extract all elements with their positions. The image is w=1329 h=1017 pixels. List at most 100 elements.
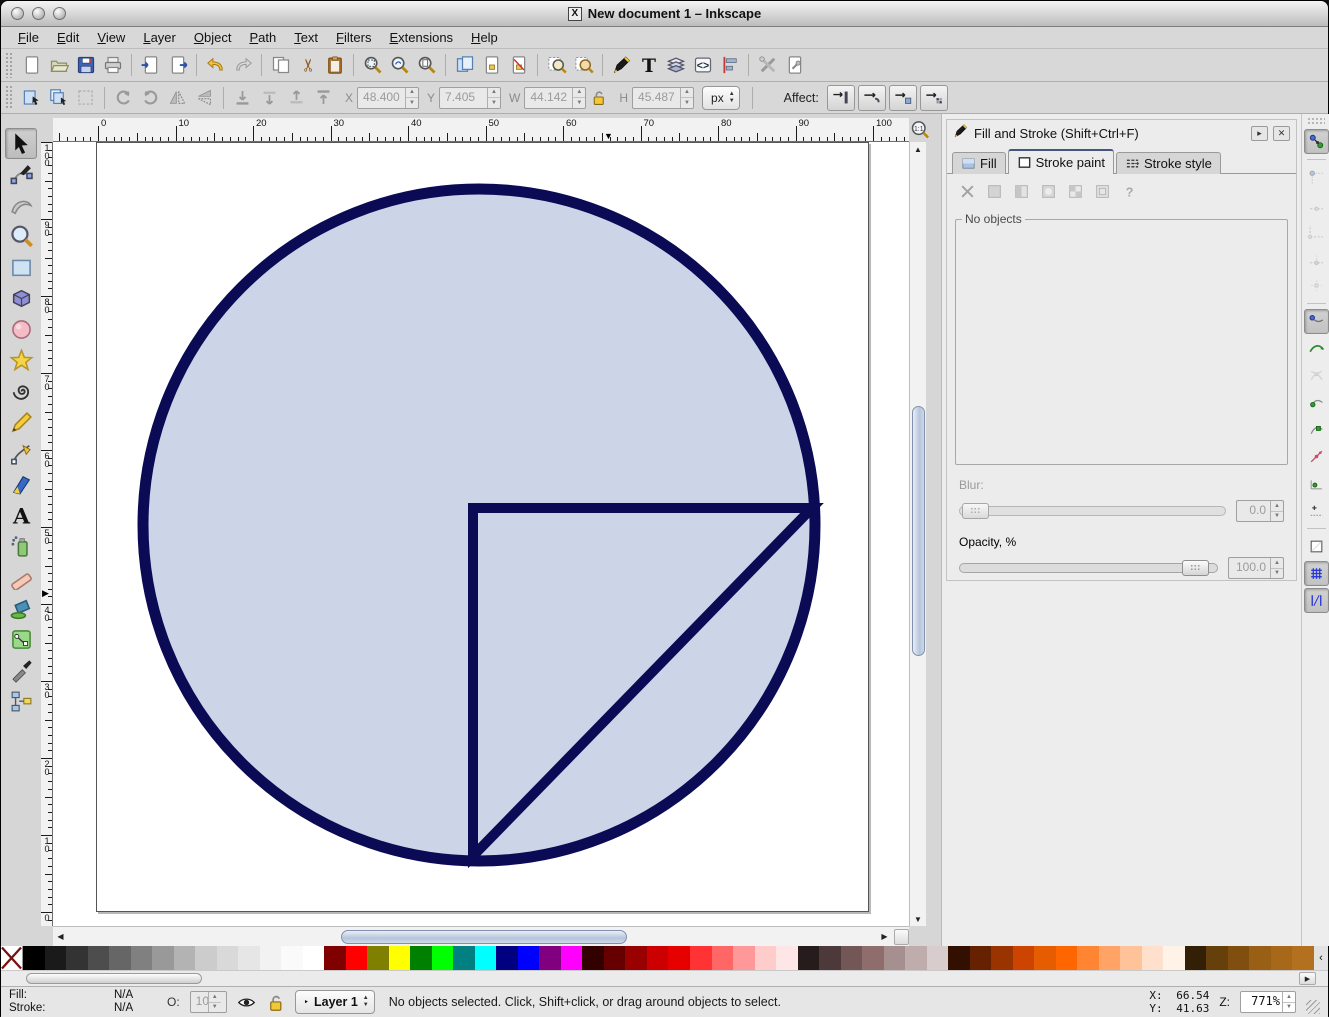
tool-selector[interactable] [5, 128, 37, 159]
color-swatch[interactable] [88, 946, 110, 970]
color-swatch[interactable] [324, 946, 346, 970]
canvas-viewport[interactable] [53, 142, 909, 926]
zoom-drawing-button[interactable] [386, 52, 413, 79]
tool-spray[interactable] [5, 531, 37, 562]
tab-fill[interactable]: Fill [952, 152, 1006, 174]
tool-ellipse[interactable] [5, 314, 37, 345]
import-button[interactable] [137, 52, 164, 79]
layer-lock-icon[interactable] [266, 993, 285, 1012]
snap-guides-button[interactable] [1304, 588, 1329, 613]
unlink-clone-button[interactable] [505, 52, 532, 79]
vertical-scroll-thumb[interactable] [912, 406, 925, 656]
select-all-button[interactable] [18, 84, 45, 111]
color-swatch[interactable] [1271, 946, 1293, 970]
preferences-button[interactable] [754, 52, 781, 79]
color-swatch[interactable] [819, 946, 841, 970]
color-swatch[interactable] [948, 946, 970, 970]
snap-bbox-edges-button[interactable] [1304, 192, 1329, 217]
dialog-detach-button[interactable]: ▸ [1251, 126, 1268, 141]
zoom-spinbox[interactable]: 771% ▲▼ [1240, 991, 1296, 1013]
zoom-window-button[interactable] [53, 7, 66, 20]
color-swatch[interactable] [131, 946, 153, 970]
color-swatch[interactable] [841, 946, 863, 970]
scrollbar-corner-button[interactable] [894, 929, 909, 945]
opacity-spinbox[interactable]: 100.0 ▲▼ [1228, 557, 1284, 579]
blur-slider-thumb[interactable] [962, 503, 989, 519]
color-swatch[interactable] [518, 946, 540, 970]
menu-file[interactable]: File [9, 28, 48, 47]
blur-spinbox[interactable]: 0.0 ▲▼ [1236, 500, 1284, 522]
clone-button[interactable] [478, 52, 505, 79]
color-swatch[interactable] [1249, 946, 1271, 970]
unit-select[interactable]: px▲▼ [702, 86, 740, 110]
tool-gradient[interactable] [5, 624, 37, 655]
color-swatch[interactable] [23, 946, 45, 970]
paint-swatch-button[interactable] [1094, 183, 1111, 200]
color-swatch[interactable] [561, 946, 583, 970]
snap-bbox-corners-button[interactable] [1304, 219, 1329, 244]
snap-bbox-button[interactable] [1304, 165, 1329, 190]
color-swatch[interactable] [1206, 946, 1228, 970]
tool-bezier-pen[interactable] [5, 438, 37, 469]
affect-gradients-toggle[interactable] [889, 85, 917, 111]
close-window-button[interactable] [11, 7, 24, 20]
color-swatch[interactable] [1099, 946, 1121, 970]
snap-bbox-midpoints-button[interactable] [1304, 246, 1329, 271]
rotate-ccw-button[interactable] [110, 84, 137, 111]
deselect-button[interactable] [72, 84, 99, 111]
color-swatch[interactable] [647, 946, 669, 970]
scroll-left-arrow[interactable]: ◀ [53, 929, 68, 944]
color-swatch[interactable] [1185, 946, 1207, 970]
fill-stroke-dialog-button[interactable] [608, 52, 635, 79]
color-swatch[interactable] [432, 946, 454, 970]
zoom-1-1-button[interactable]: 1:1 [907, 118, 933, 142]
menu-edit[interactable]: Edit [48, 28, 88, 47]
paint-radial-gradient-button[interactable] [1040, 183, 1057, 200]
color-swatch[interactable] [1292, 946, 1314, 970]
layer-selector[interactable]: ‣ Layer 1 ▲▼ [295, 990, 375, 1014]
undo-button[interactable] [202, 52, 229, 79]
find-replace-button[interactable] [570, 52, 597, 79]
select-all-layers-button[interactable] [45, 84, 72, 111]
color-swatch[interactable] [712, 946, 734, 970]
cut-button[interactable]: ✂ [294, 52, 321, 79]
duplicate-button[interactable] [451, 52, 478, 79]
tool-text[interactable]: A [5, 500, 37, 531]
color-swatch[interactable] [346, 946, 368, 970]
snap-cusp-nodes-button[interactable] [1304, 390, 1329, 415]
menu-layer[interactable]: Layer [134, 28, 185, 47]
snap-object-centers-button[interactable] [1304, 471, 1329, 496]
snap-bbox-centers-button[interactable] [1304, 273, 1329, 298]
color-swatch[interactable] [668, 946, 690, 970]
affect-corners-toggle[interactable] [858, 85, 886, 111]
print-button[interactable] [99, 52, 126, 79]
tab-stroke-paint[interactable]: Stroke paint [1008, 149, 1114, 174]
paint-pattern-button[interactable] [1067, 183, 1084, 200]
scroll-down-arrow[interactable]: ▼ [910, 912, 926, 926]
h-spinbox[interactable]: 45.487▲▼ [632, 87, 694, 109]
tool-paint-bucket[interactable] [5, 593, 37, 624]
raise-button[interactable] [283, 84, 310, 111]
layers-dialog-button[interactable] [662, 52, 689, 79]
snap-rotation-centers-button[interactable] [1304, 498, 1329, 523]
color-swatch[interactable] [733, 946, 755, 970]
affect-stroke-toggle[interactable] [827, 85, 855, 111]
lower-to-bottom-button[interactable] [229, 84, 256, 111]
color-swatch[interactable] [217, 946, 239, 970]
color-swatch[interactable] [755, 946, 777, 970]
color-swatch[interactable] [496, 946, 518, 970]
tool-spiral[interactable] [5, 376, 37, 407]
color-swatch[interactable] [1228, 946, 1250, 970]
color-swatch[interactable] [195, 946, 217, 970]
paint-flat-color-button[interactable] [986, 183, 1003, 200]
color-swatch[interactable] [66, 946, 88, 970]
tool-connector[interactable] [5, 686, 37, 717]
minimize-window-button[interactable] [32, 7, 45, 20]
color-swatch[interactable] [905, 946, 927, 970]
color-swatch[interactable] [539, 946, 561, 970]
no-color-swatch[interactable] [1, 946, 23, 970]
affect-patterns-toggle[interactable] [920, 85, 948, 111]
vertical-ruler[interactable]: ▶ 1009080706050403020100 [41, 142, 53, 926]
color-swatch[interactable] [475, 946, 497, 970]
color-swatch[interactable] [238, 946, 260, 970]
